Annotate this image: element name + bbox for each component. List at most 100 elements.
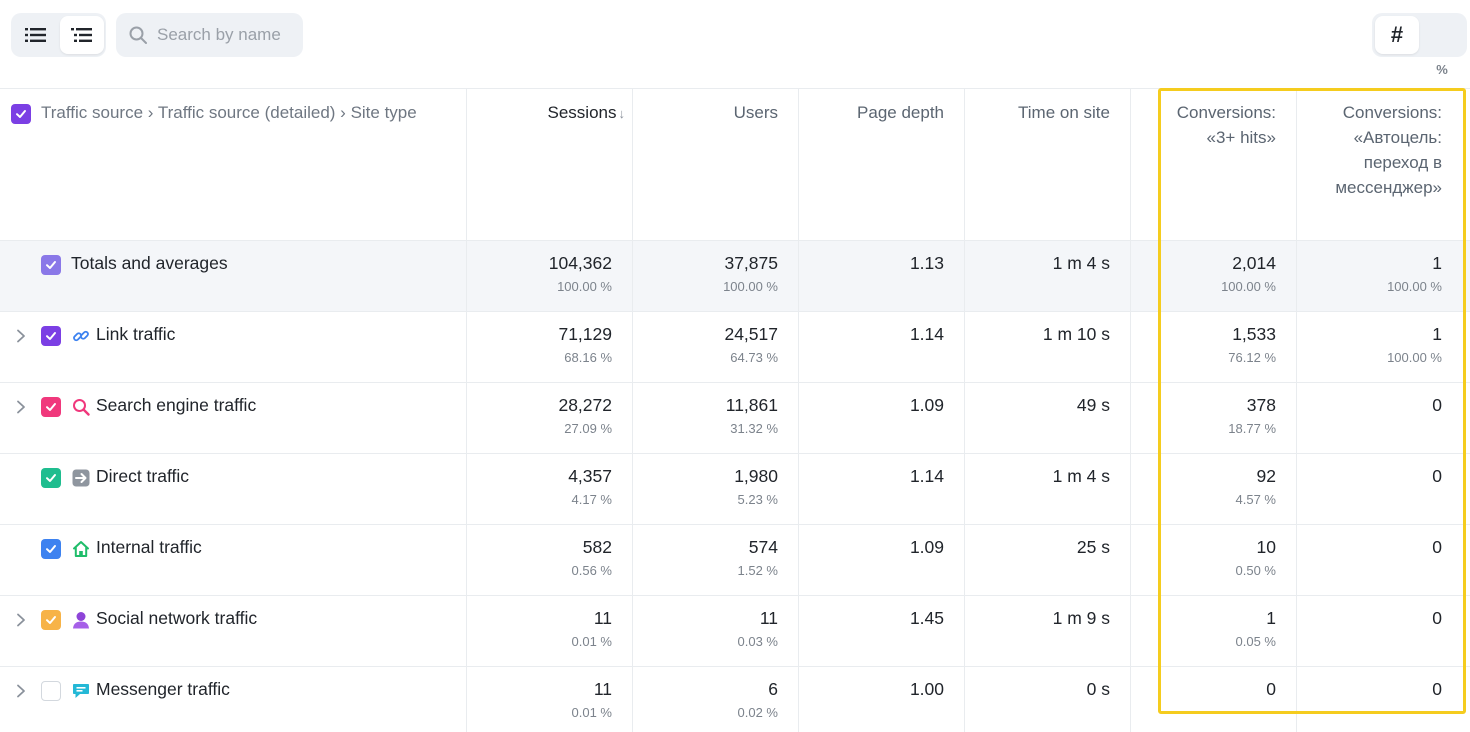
page-depth-value: 1.14 xyxy=(909,466,944,486)
conversions-3-hits-percent: 4.57 % xyxy=(1235,492,1276,507)
row-checkbox[interactable] xyxy=(41,681,61,701)
users-percent: 0.02 % xyxy=(737,705,778,720)
time-on-site-value: 1 m 4 s xyxy=(1052,466,1110,486)
users-value: 574 xyxy=(748,537,778,557)
users-percent: 5.23 % xyxy=(737,492,778,507)
conversions-3-hits-value: 0 xyxy=(1266,679,1276,699)
time-on-site-column-header[interactable]: Time on site xyxy=(978,100,1110,125)
link-icon xyxy=(73,330,89,342)
row-checkbox[interactable] xyxy=(41,539,61,559)
users-percent: 1.52 % xyxy=(737,563,778,578)
row-label: Direct traffic xyxy=(96,466,190,486)
table-row[interactable]: Internal traffic 582 0.56 % 574 1.52 % 1… xyxy=(0,524,1470,595)
time-on-site-value: 0 s xyxy=(1086,679,1110,699)
conversions-3-hits-percent: 100.00 % xyxy=(1221,279,1276,294)
row-checkbox[interactable] xyxy=(41,468,61,488)
table-row[interactable]: Search engine traffic 28,272 27.09 % 11,… xyxy=(0,382,1470,453)
row-label: Internal traffic xyxy=(96,537,202,557)
conversions-messenger-value: 0 xyxy=(1432,608,1442,628)
page-depth-value: 1.09 xyxy=(909,537,944,557)
header-line: мессенджер» xyxy=(1335,178,1442,197)
sessions-percent: 27.09 % xyxy=(564,421,612,436)
page-depth-value: 1.00 xyxy=(909,679,944,699)
checkmark-icon xyxy=(46,616,56,624)
conversions-3-hits-value: 1,533 xyxy=(1232,324,1276,344)
users-value: 1,980 xyxy=(734,466,778,486)
report-table: Traffic source › Traffic source (detaile… xyxy=(0,88,1470,732)
row-checkbox[interactable] xyxy=(41,326,61,346)
select-all-checkbox[interactable] xyxy=(11,104,31,124)
row-checkbox[interactable] xyxy=(41,397,61,417)
conversions-messenger-value: 0 xyxy=(1432,466,1442,486)
sessions-percent: 0.01 % xyxy=(571,634,612,649)
row-label: Search engine traffic xyxy=(96,395,257,415)
conversions-3-hits-value: 92 xyxy=(1256,466,1276,486)
conversions-messenger-value: 0 xyxy=(1432,679,1442,699)
users-value: 11,861 xyxy=(725,395,778,415)
time-on-site-value: 25 s xyxy=(1076,537,1110,557)
conversions-3-hits-value: 10 xyxy=(1256,537,1276,557)
sessions-value: 4,357 xyxy=(568,466,612,486)
chevron-right-icon[interactable] xyxy=(14,684,28,698)
totals-row: Totals and averages 104,362 100.00 % 37,… xyxy=(0,240,1470,311)
checkmark-icon xyxy=(46,261,56,269)
sessions-value: 71,129 xyxy=(558,324,612,344)
conversions-messenger-value: 1 xyxy=(1432,324,1442,344)
conversions-messenger-percent: 100.00 % xyxy=(1387,279,1442,294)
search-input[interactable] xyxy=(157,25,297,45)
absolute-values-button[interactable]: # xyxy=(1375,16,1419,54)
chevron-right-icon[interactable] xyxy=(14,329,28,343)
sessions-value: 11 xyxy=(593,679,612,699)
table-row[interactable]: Link traffic 71,129 68.16 % 24,517 64.73… xyxy=(0,311,1470,382)
header-line: Conversions: xyxy=(1176,103,1276,122)
users-column-header[interactable]: Users xyxy=(646,100,778,125)
header-line: Conversions: xyxy=(1342,103,1442,122)
sessions-percent: 0.01 % xyxy=(571,705,612,720)
conversions-3-hits-percent: 76.12 % xyxy=(1228,350,1276,365)
conversions-3-hits-column-header[interactable]: Conversions: «3+ hits» xyxy=(1144,100,1276,150)
sessions-percent: 4.17 % xyxy=(571,492,612,507)
view-mode-toggle xyxy=(11,13,106,57)
conversions-messenger-column-header[interactable]: Conversions: «Автоцель: переход в мессен… xyxy=(1302,100,1442,200)
conversions-3-hits-value: 1 xyxy=(1266,608,1276,628)
table-row[interactable]: Messenger traffic 11 0.01 % 6 0.02 % 1.0… xyxy=(0,666,1470,732)
row-checkbox[interactable] xyxy=(41,610,61,630)
sessions-value: 11 xyxy=(593,608,612,628)
sessions-value: 582 xyxy=(582,537,612,557)
users-value: 6 xyxy=(768,679,778,699)
flat-list-view-button[interactable] xyxy=(14,16,58,54)
chevron-right-icon[interactable] xyxy=(14,400,28,414)
page-depth-value: 1.09 xyxy=(909,395,944,415)
users-percent: 100.00 % xyxy=(723,279,778,294)
checkmark-icon xyxy=(46,474,56,482)
table-header: Traffic source › Traffic source (detaile… xyxy=(0,88,1470,240)
tree-list-icon xyxy=(71,28,92,42)
checkmark-icon xyxy=(16,110,26,118)
time-on-site-value: 49 s xyxy=(1076,395,1110,415)
home-icon xyxy=(73,541,89,557)
header-line: «3+ hits» xyxy=(1206,128,1276,147)
page-depth-column-header[interactable]: Page depth xyxy=(812,100,944,125)
page-depth-value: 1.13 xyxy=(909,253,944,273)
sessions-value: 104,362 xyxy=(548,253,612,273)
row-checkbox[interactable] xyxy=(41,255,61,275)
search-icon xyxy=(129,26,147,44)
conversions-3-hits-percent: 0.05 % xyxy=(1235,634,1276,649)
sessions-percent: 100.00 % xyxy=(557,279,612,294)
tree-view-button[interactable] xyxy=(60,16,104,54)
sessions-value: 28,272 xyxy=(558,395,612,415)
users-percent: 64.73 % xyxy=(730,350,778,365)
time-on-site-value: 1 m 9 s xyxy=(1052,608,1110,628)
users-percent: 31.32 % xyxy=(730,421,778,436)
sessions-column-header[interactable]: Sessions ↓ xyxy=(480,100,625,126)
row-label: Link traffic xyxy=(96,324,176,344)
users-value: 37,875 xyxy=(724,253,778,273)
conversions-messenger-value: 0 xyxy=(1432,395,1442,415)
chevron-right-icon[interactable] xyxy=(14,613,28,627)
time-on-site-value: 1 m 4 s xyxy=(1052,253,1110,273)
percent-values-button[interactable]: % xyxy=(1420,51,1464,89)
list-icon xyxy=(25,28,46,42)
dimensions-header[interactable]: Traffic source › Traffic source (detaile… xyxy=(41,100,417,125)
table-row[interactable]: Direct traffic 4,357 4.17 % 1,980 5.23 %… xyxy=(0,453,1470,524)
table-row[interactable]: Social network traffic 11 0.01 % 11 0.03… xyxy=(0,595,1470,666)
